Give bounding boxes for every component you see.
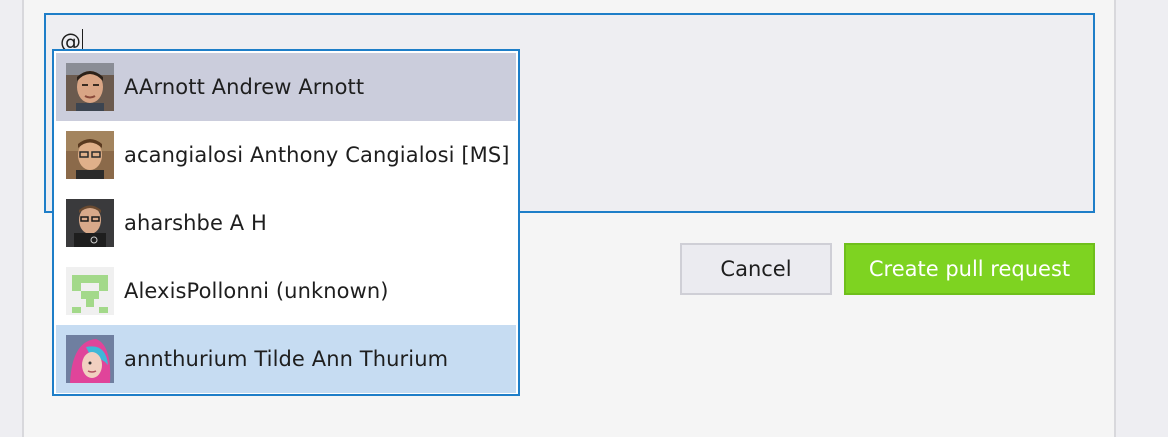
suggestion-item-label: annthurium Tilde Ann Thurium: [124, 347, 449, 371]
user-avatar-icon: [66, 63, 114, 111]
suggestion-item-label: aharshbe A H: [124, 211, 267, 235]
identicon-icon: [66, 267, 114, 315]
mention-suggestion-list[interactable]: AArnott Andrew Arnott acangialosi Anthon…: [52, 49, 520, 396]
create-pull-request-button[interactable]: Create pull request: [844, 243, 1095, 295]
cancel-button-label: Cancel: [720, 257, 792, 281]
suggestion-item-label: acangialosi Anthony Cangialosi [MS]: [124, 143, 510, 167]
user-avatar-icon: [66, 199, 114, 247]
create-pull-request-label: Create pull request: [868, 257, 1071, 281]
cancel-button[interactable]: Cancel: [680, 243, 832, 295]
suggestion-item-acangialosi[interactable]: acangialosi Anthony Cangialosi [MS]: [56, 121, 516, 189]
suggestion-item-annthurium[interactable]: annthurium Tilde Ann Thurium: [56, 325, 516, 393]
user-avatar-icon: [66, 335, 114, 383]
suggestion-item-alexispollonni[interactable]: AlexisPollonni (unknown): [56, 257, 516, 325]
suggestion-item-label: AlexisPollonni (unknown): [124, 279, 389, 303]
suggestion-item-aarnott[interactable]: AArnott Andrew Arnott: [56, 53, 516, 121]
suggestion-item-aharshbe[interactable]: aharshbe A H: [56, 189, 516, 257]
suggestion-item-label: AArnott Andrew Arnott: [124, 75, 365, 99]
user-avatar-icon: [66, 131, 114, 179]
